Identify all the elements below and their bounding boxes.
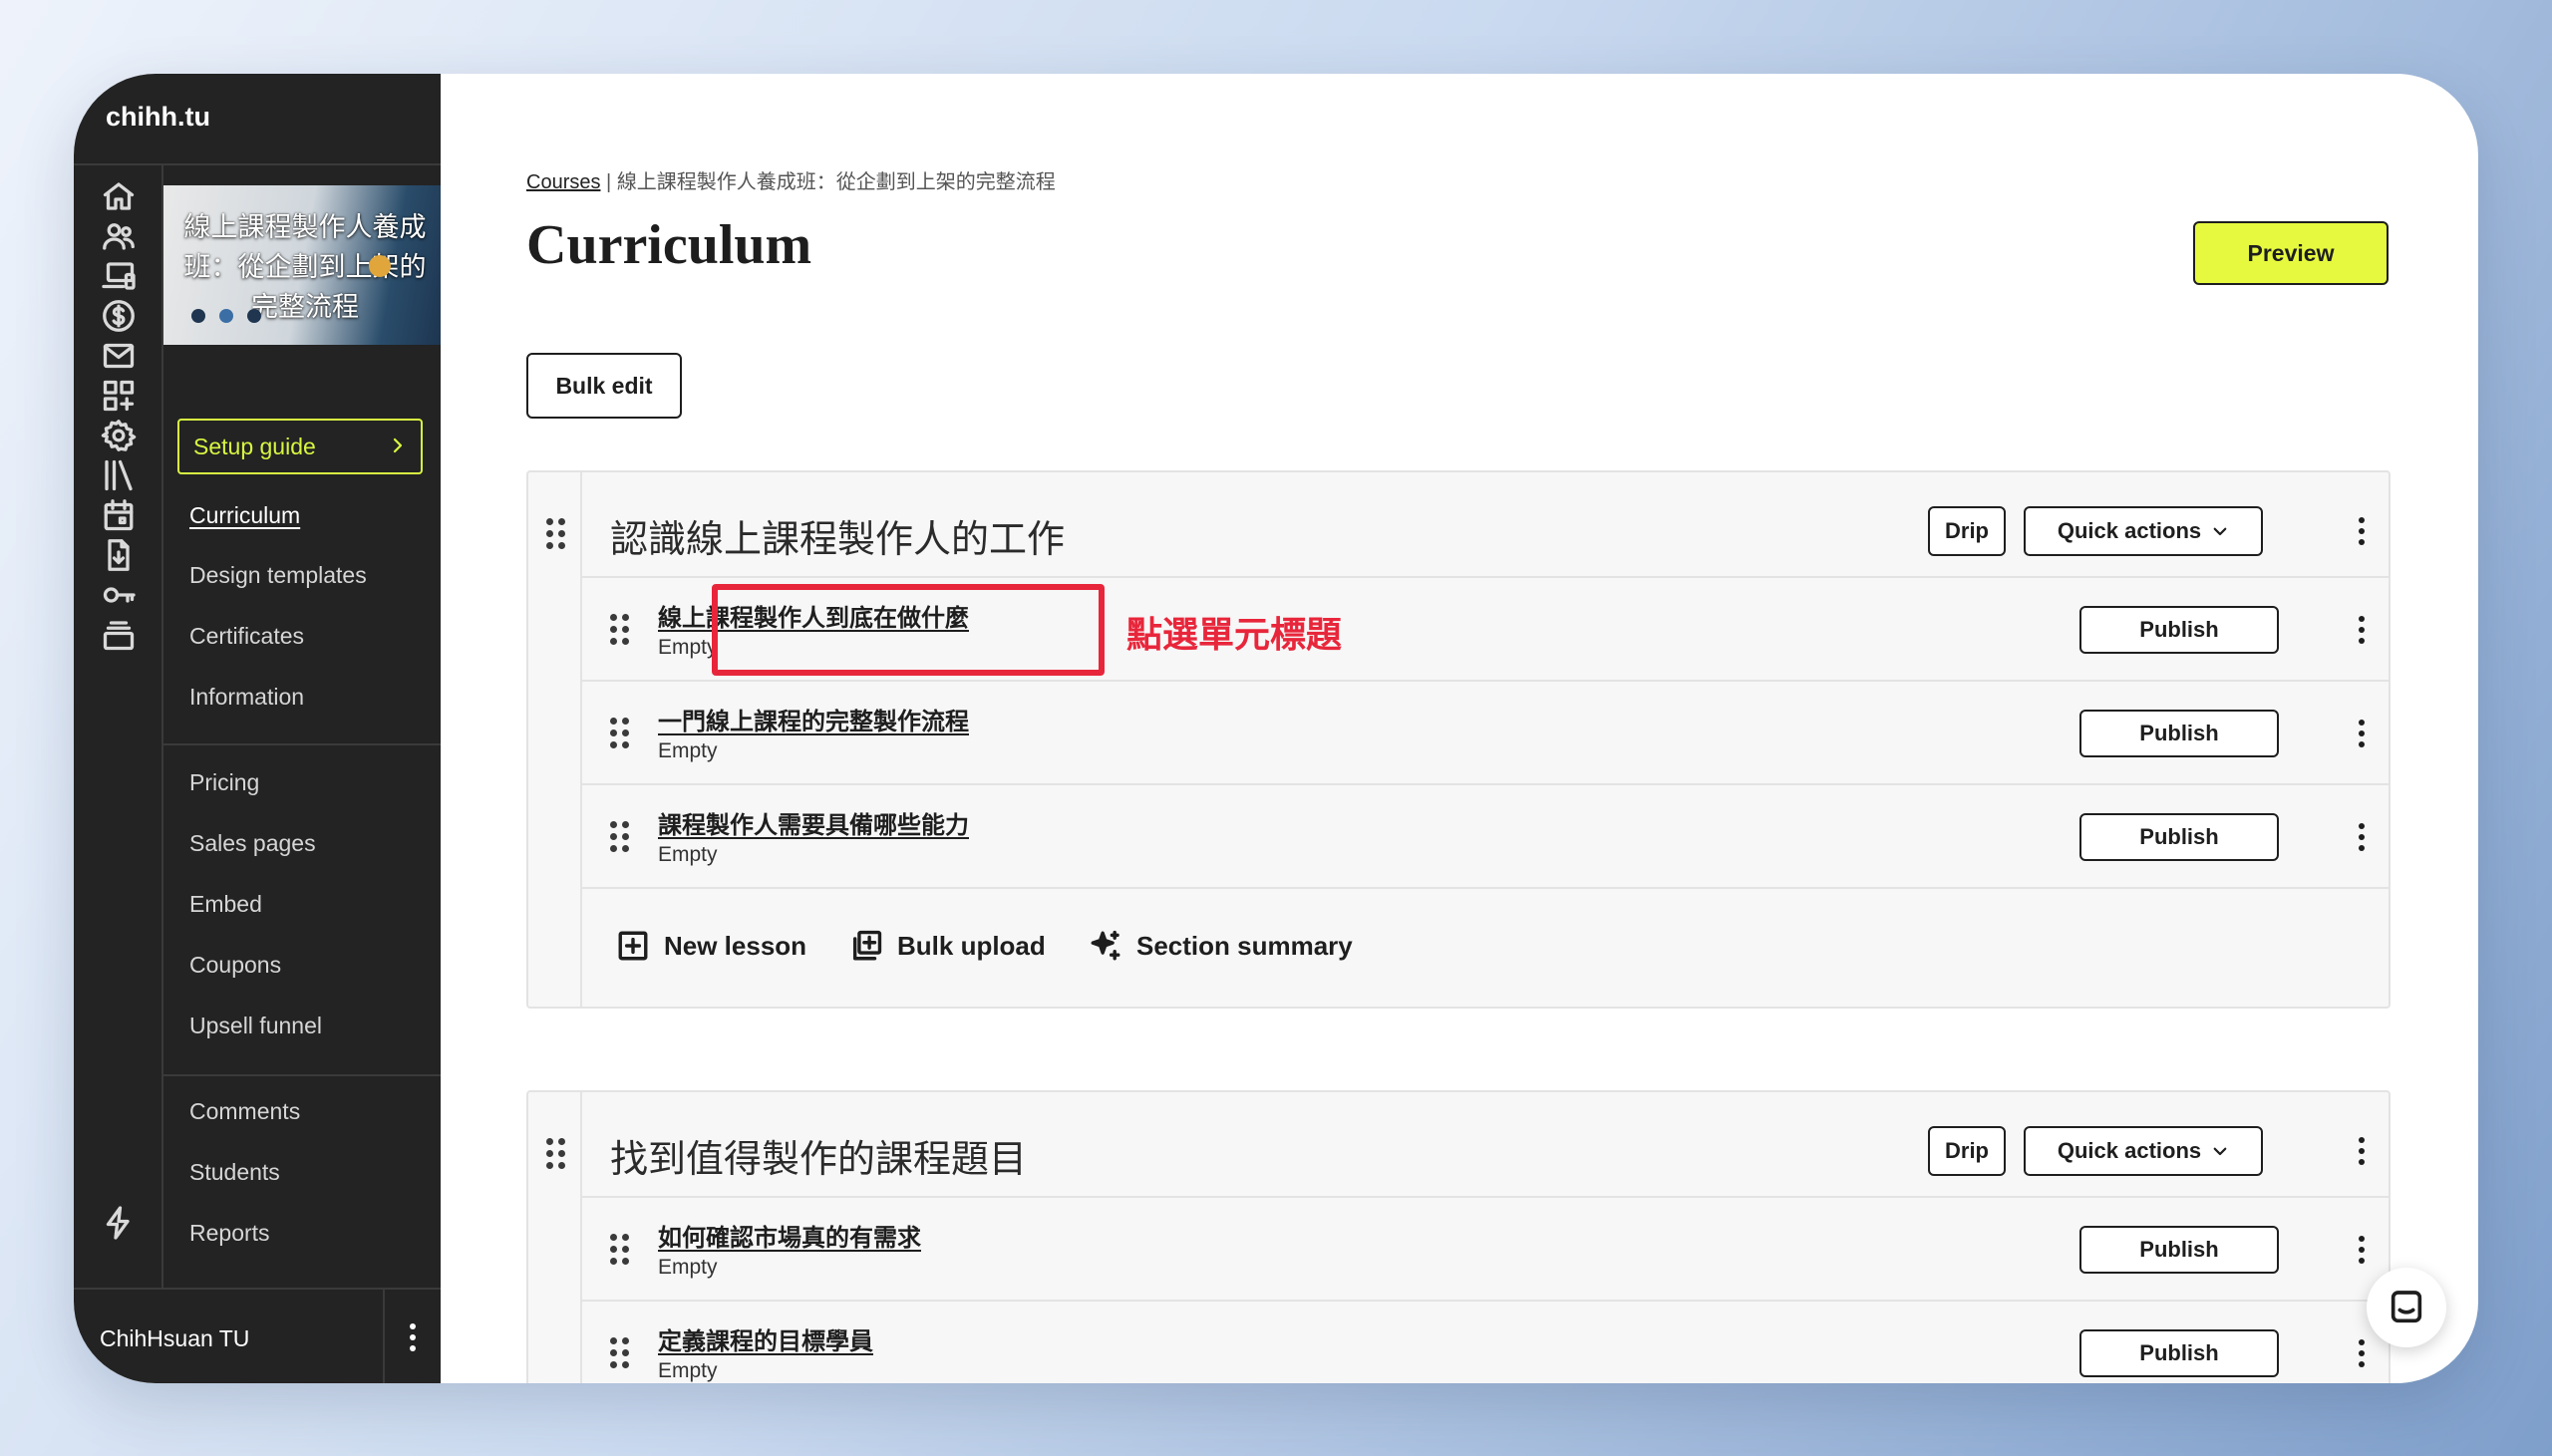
drag-grip-icon[interactable] [610, 1234, 629, 1265]
drag-grip-icon[interactable] [610, 1337, 629, 1368]
drag-grip-icon [546, 518, 565, 549]
highlight-box [712, 584, 1105, 676]
chevron-right-icon [389, 434, 407, 460]
drip-button[interactable]: Drip [1928, 1126, 2006, 1176]
quick-actions-label: Quick actions [2057, 1138, 2202, 1163]
page-title: Curriculum [526, 214, 812, 276]
drip-button[interactable]: Drip [1928, 506, 2006, 556]
section-drag-handle[interactable] [528, 472, 582, 1007]
bulk-upload-icon [852, 930, 882, 961]
sidebar: chihh.tu 線上課程製作人養成班：從企劃到上架的完整流程 Setup gu… [74, 74, 441, 1383]
quick-actions-label: Quick actions [2057, 518, 2202, 543]
nav-coupons[interactable]: Coupons [189, 952, 281, 979]
chevron-down-icon [2213, 527, 2227, 536]
nav-divider [163, 743, 441, 745]
chevron-down-icon [2213, 1147, 2227, 1156]
lesson-status: Empty [658, 636, 718, 659]
setup-guide-label: Setup guide [193, 433, 316, 459]
lesson-status: Empty [658, 843, 718, 866]
breadcrumb-separator: | [606, 171, 612, 193]
lesson-row: 如何確認市場真的有需求 Empty Publish [582, 1196, 2389, 1300]
publish-button[interactable]: Publish [2079, 813, 2279, 861]
publish-button[interactable]: Publish [2079, 1329, 2279, 1377]
new-lesson-label: New lesson [664, 930, 807, 961]
breadcrumb: Courses | 線上課程製作人養成班：從企劃到上架的完整流程 [526, 165, 1056, 194]
drag-grip-icon [546, 1138, 565, 1169]
section-title[interactable]: 認識線上課程製作人的工作 [610, 508, 1065, 563]
lesson-title-link[interactable]: 如何確認市場真的有需求 [658, 1218, 921, 1253]
setup-guide-button[interactable]: Setup guide [177, 419, 423, 474]
section-summary-button[interactable]: Section summary [1089, 929, 1353, 963]
publish-button[interactable]: Publish [2079, 606, 2279, 654]
annotation-text: 點選單元標題 [1126, 614, 1343, 655]
sparkle-icon [1091, 930, 1120, 961]
section-drag-handle[interactable] [528, 1092, 582, 1383]
curriculum-section: 認識線上課程製作人的工作 Drip Quick actions 線上課程製作人到… [526, 470, 2391, 1009]
bulk-upload-button[interactable]: Bulk upload [849, 929, 1046, 963]
user-name[interactable]: ChihHsuan TU [100, 1325, 249, 1352]
bulk-edit-button[interactable]: Bulk edit [526, 353, 682, 419]
lesson-more-menu[interactable] [2347, 1230, 2377, 1270]
thumbnail-decoration [369, 255, 391, 277]
nav-embed[interactable]: Embed [189, 891, 262, 918]
section-more-menu[interactable] [2347, 1131, 2377, 1171]
lesson-status: Empty [658, 1256, 718, 1279]
breadcrumb-current: 線上課程製作人養成班：從企劃到上架的完整流程 [616, 171, 1056, 193]
quick-actions-dropdown[interactable]: Quick actions [2024, 506, 2263, 556]
lesson-status: Empty [658, 739, 718, 762]
publish-button[interactable]: Publish [2079, 710, 2279, 757]
section-more-menu[interactable] [2347, 511, 2377, 551]
nav-sales-pages[interactable]: Sales pages [189, 830, 316, 857]
drag-grip-icon[interactable] [610, 614, 629, 645]
chat-launcher-button[interactable] [2367, 1268, 2446, 1347]
new-lesson-button[interactable]: New lesson [616, 929, 806, 963]
lesson-row: 定義課程的目標學員 Empty Publish [582, 1300, 2389, 1383]
brand-name[interactable]: chihh.tu [106, 102, 210, 133]
publish-button[interactable]: Publish [2079, 1226, 2279, 1274]
lightning-icon[interactable] [94, 1198, 144, 1248]
lesson-row: 一門線上課程的完整製作流程 Empty Publish [582, 680, 2389, 783]
lesson-more-menu[interactable] [2347, 817, 2377, 857]
lesson-more-menu[interactable] [2347, 1333, 2377, 1373]
lesson-title-link[interactable]: 課程製作人需要具備哪些能力 [658, 805, 969, 840]
nav-information[interactable]: Information [189, 684, 304, 711]
app-window: chihh.tu 線上課程製作人養成班：從企劃到上架的完整流程 Setup gu… [74, 74, 2478, 1383]
lesson-more-menu[interactable] [2347, 714, 2377, 753]
lesson-title-link[interactable]: 定義課程的目標學員 [658, 1321, 873, 1356]
lesson-title-link[interactable]: 一門線上課程的完整製作流程 [658, 702, 969, 736]
section-summary-label: Section summary [1136, 930, 1353, 961]
nav-reports[interactable]: Reports [189, 1220, 270, 1247]
nav-pricing[interactable]: Pricing [189, 769, 259, 796]
kebab-icon [398, 1317, 428, 1357]
nav-design-templates[interactable]: Design templates [189, 562, 367, 589]
plus-square-icon [618, 931, 648, 961]
drag-grip-icon[interactable] [610, 718, 629, 748]
thumbnail-dots [191, 309, 261, 323]
section-title[interactable]: 找到值得製作的課程題目 [610, 1128, 1027, 1183]
nav-comments[interactable]: Comments [189, 1098, 300, 1125]
curriculum-section: 找到值得製作的課程題目 Drip Quick actions 如何確認市場真的有… [526, 1090, 2391, 1383]
user-menu-button[interactable] [383, 1290, 441, 1383]
bulk-upload-label: Bulk upload [897, 930, 1046, 961]
preview-button[interactable]: Preview [2193, 221, 2389, 285]
stack-icon[interactable] [94, 610, 144, 660]
course-thumbnail[interactable]: 線上課程製作人養成班：從企劃到上架的完整流程 [163, 185, 441, 345]
nav-divider [163, 1074, 441, 1076]
nav-curriculum[interactable]: Curriculum [189, 502, 300, 529]
nav-certificates[interactable]: Certificates [189, 623, 304, 650]
user-footer: ChihHsuan TU [74, 1288, 441, 1383]
lesson-status: Empty [658, 1359, 718, 1382]
breadcrumb-courses-link[interactable]: Courses [526, 171, 600, 193]
nav-students[interactable]: Students [189, 1159, 280, 1186]
nav-upsell-funnel[interactable]: Upsell funnel [189, 1013, 322, 1039]
main-content: Courses | 線上課程製作人養成班：從企劃到上架的完整流程 Curricu… [441, 74, 2478, 1383]
quick-actions-dropdown[interactable]: Quick actions [2024, 1126, 2263, 1176]
icon-rail [74, 165, 163, 1288]
drag-grip-icon[interactable] [610, 821, 629, 852]
section-actions: New lesson Bulk upload Section summary [582, 887, 2389, 1005]
lesson-more-menu[interactable] [2347, 610, 2377, 650]
chat-icon [2391, 1291, 2422, 1323]
lesson-row: 課程製作人需要具備哪些能力 Empty Publish [582, 783, 2389, 887]
